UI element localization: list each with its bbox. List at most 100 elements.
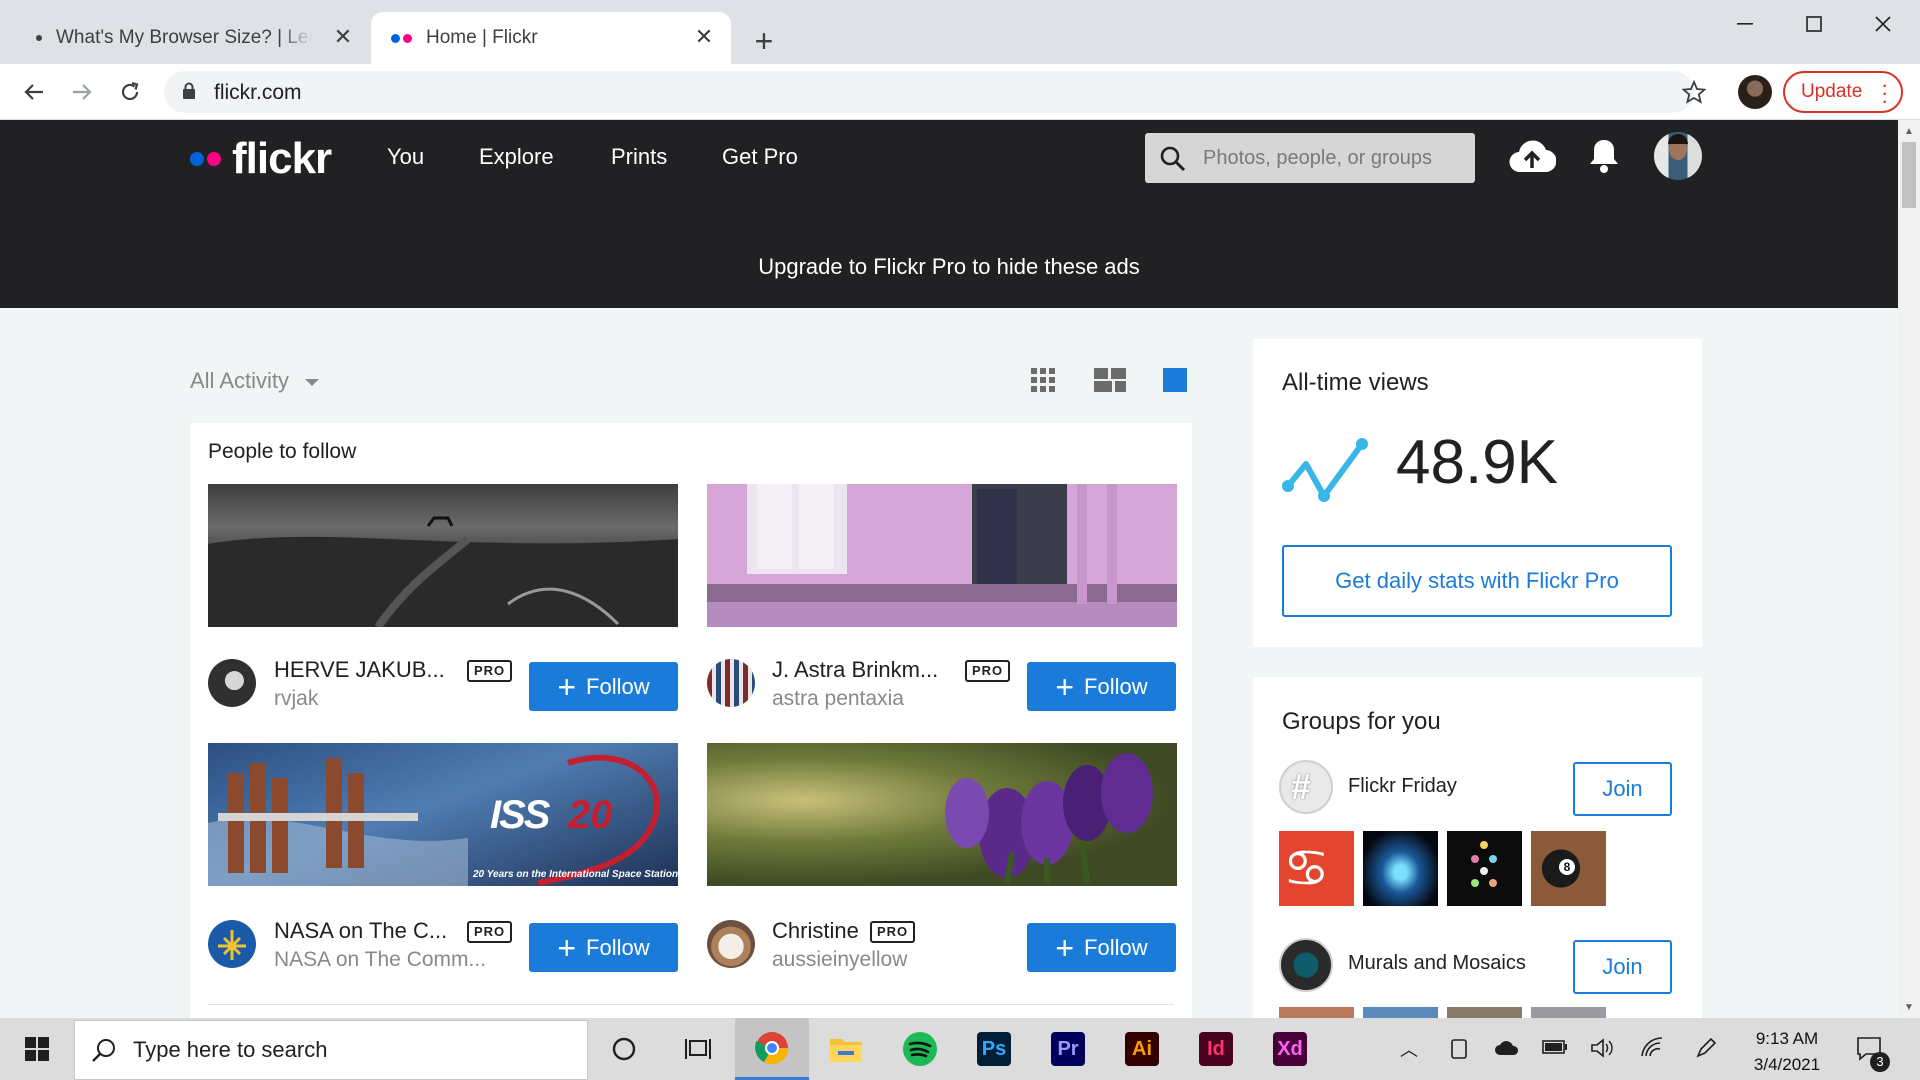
follow-button[interactable]: + Follow	[529, 662, 678, 711]
nav-you[interactable]: You	[387, 144, 424, 170]
system-clock[interactable]: 9:13 AM 3/4/2021	[1748, 1026, 1826, 1078]
person-name[interactable]: Christine	[772, 918, 859, 944]
search-icon	[1159, 145, 1187, 178]
reload-icon[interactable]	[112, 74, 148, 110]
tray-overflow-chevron-icon[interactable]: ︿	[1400, 1036, 1418, 1062]
views-count: 48.9K	[1396, 428, 1559, 497]
single-view-icon[interactable]	[1163, 368, 1187, 392]
forward-arrow-icon[interactable]	[64, 74, 100, 110]
logo-blue-dot	[190, 152, 204, 166]
daily-stats-button[interactable]: Get daily stats with Flickr Pro	[1282, 545, 1672, 617]
group-photo[interactable]	[1447, 831, 1522, 906]
group-photo[interactable]: ♋	[1279, 831, 1354, 906]
eight-ball-icon: 8	[1559, 859, 1575, 875]
person-photo[interactable]	[208, 484, 678, 627]
scroll-down-icon[interactable]: ▼	[1904, 1002, 1914, 1013]
person-name[interactable]: HERVE JAKUB...	[274, 657, 445, 683]
maximize-icon[interactable]	[1786, 6, 1842, 42]
notification-count-badge: 3	[1870, 1052, 1890, 1072]
person-photo[interactable]	[707, 743, 1177, 886]
lock-icon	[182, 82, 196, 105]
group-avatar[interactable]: #	[1279, 760, 1333, 814]
tab-flickr-home[interactable]: Home | Flickr ✕	[371, 12, 731, 64]
mosaic-view-icon[interactable]	[1094, 368, 1126, 392]
photoshop-label: Ps	[977, 1032, 1011, 1066]
pen-icon[interactable]	[1694, 1036, 1718, 1065]
close-window-icon[interactable]	[1855, 6, 1911, 42]
group-avatar[interactable]	[1279, 938, 1333, 992]
iss20-logo-number: 20	[568, 793, 613, 837]
follow-button[interactable]: + Follow	[529, 923, 678, 972]
activity-filter-dropdown[interactable]: All Activity	[190, 368, 320, 394]
person-avatar[interactable]	[707, 659, 755, 707]
minimize-icon[interactable]	[1717, 6, 1773, 42]
more-menu-icon[interactable]: · · ·	[1881, 74, 1888, 112]
join-button[interactable]: Join	[1573, 940, 1672, 994]
photoshop-icon[interactable]: Ps	[957, 1018, 1031, 1080]
task-view-icon[interactable]	[661, 1018, 735, 1080]
follow-label: Follow	[586, 934, 650, 960]
start-button[interactable]	[0, 1018, 74, 1080]
search-input[interactable]	[1203, 133, 1463, 183]
spotify-icon[interactable]	[883, 1018, 957, 1080]
nav-get-pro[interactable]: Get Pro	[722, 144, 798, 170]
taskbar-search-box[interactable]: Type here to search	[74, 1020, 588, 1080]
activity-filter-label: All Activity	[190, 368, 290, 393]
nav-explore[interactable]: Explore	[479, 144, 554, 170]
person-photo[interactable]	[707, 484, 1177, 627]
user-avatar[interactable]	[1654, 132, 1702, 180]
close-tab-icon[interactable]: ✕	[330, 24, 356, 50]
xd-label: Xd	[1273, 1032, 1307, 1066]
cancer-glyph-icon: ♋	[1283, 840, 1330, 898]
flickr-search-box[interactable]	[1145, 133, 1475, 183]
volume-icon[interactable]	[1590, 1038, 1614, 1063]
illustrator-icon[interactable]: Ai	[1105, 1018, 1179, 1080]
group-name[interactable]: Murals and Mosaics	[1348, 952, 1526, 975]
page-scrollbar[interactable]: ▲ ▼	[1898, 120, 1920, 1020]
scrollbar-thumb[interactable]	[1902, 142, 1916, 208]
person-name[interactable]: NASA on The C...	[274, 918, 447, 944]
follow-button[interactable]: + Follow	[1027, 662, 1176, 711]
bookmark-star-icon[interactable]	[1681, 79, 1707, 109]
hashtag-icon: #	[1291, 766, 1312, 807]
device-icon[interactable]	[1450, 1038, 1468, 1065]
person-username: NASA on The Comm...	[274, 948, 487, 971]
update-button[interactable]: Update · · ·	[1783, 71, 1903, 113]
group-photo[interactable]	[1363, 831, 1438, 906]
follow-button[interactable]: + Follow	[1027, 923, 1176, 972]
premiere-icon[interactable]: Pr	[1031, 1018, 1105, 1080]
join-button[interactable]: Join	[1573, 762, 1672, 816]
cortana-icon[interactable]	[587, 1018, 661, 1080]
nav-prints[interactable]: Prints	[611, 144, 667, 170]
new-tab-plus-icon[interactable]: +	[746, 24, 782, 60]
person-photo[interactable]: ISS 20 20 Years on the International Spa…	[208, 743, 678, 886]
people-to-follow-title: People to follow	[208, 440, 357, 463]
upload-cloud-icon[interactable]	[1508, 138, 1557, 179]
upgrade-banner[interactable]: Upgrade to Flickr Pro to hide these ads	[0, 254, 1898, 280]
tab-browser-size[interactable]: What's My Browser Size? | Learn ✕	[12, 12, 370, 64]
battery-icon[interactable]	[1542, 1040, 1568, 1059]
close-tab-icon[interactable]: ✕	[691, 24, 717, 50]
chrome-profile-avatar[interactable]	[1738, 75, 1772, 109]
windows-logo-icon	[25, 1037, 49, 1061]
person-name[interactable]: J. Astra Brinkm...	[772, 657, 938, 683]
xd-icon[interactable]: Xd	[1253, 1018, 1327, 1080]
wifi-icon[interactable]	[1640, 1036, 1664, 1063]
group-photo[interactable]: 8	[1531, 831, 1606, 906]
back-arrow-icon[interactable]	[16, 74, 52, 110]
scroll-up-icon[interactable]: ▲	[1904, 126, 1914, 137]
file-explorer-icon[interactable]	[809, 1018, 883, 1080]
onedrive-cloud-icon[interactable]	[1494, 1040, 1520, 1061]
person-avatar[interactable]	[208, 659, 256, 707]
stats-trend-icon	[1282, 434, 1372, 511]
address-bar[interactable]: flickr.com	[164, 71, 1707, 113]
indesign-icon[interactable]: Id	[1179, 1018, 1253, 1080]
group-name[interactable]: Flickr Friday	[1348, 775, 1457, 798]
person-avatar[interactable]	[707, 920, 755, 968]
grid-view-icon[interactable]	[1031, 368, 1055, 392]
update-label: Update	[1801, 81, 1863, 102]
notifications-bell-icon[interactable]	[1588, 138, 1620, 179]
person-avatar[interactable]	[208, 920, 256, 968]
flickr-logo[interactable]: flickr	[190, 134, 332, 184]
chrome-app-icon[interactable]	[735, 1018, 809, 1080]
